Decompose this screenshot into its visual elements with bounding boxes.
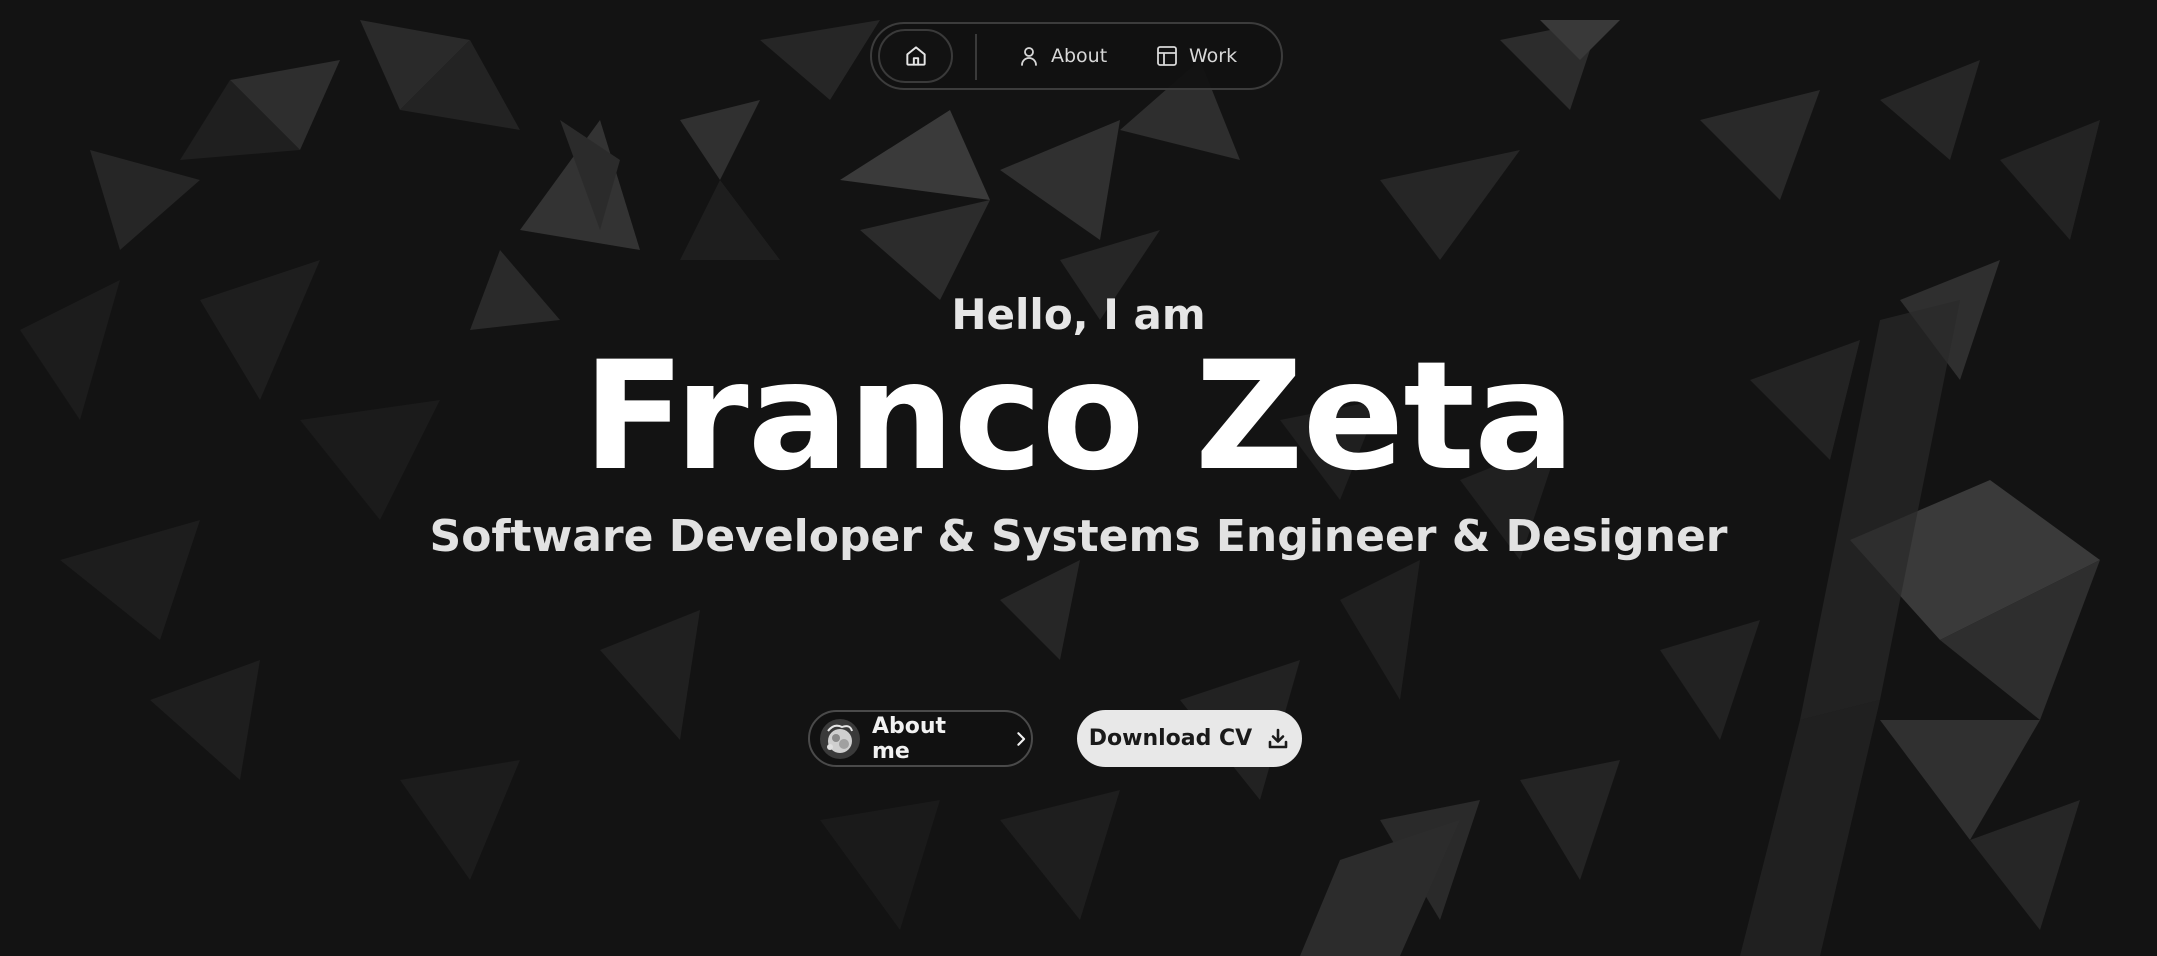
nav-item-work[interactable]: Work	[1155, 24, 1237, 88]
avatar	[820, 718, 860, 759]
home-button[interactable]	[878, 29, 953, 83]
chevron-right-icon	[1017, 731, 1026, 746]
nav-divider	[975, 34, 977, 80]
about-me-label: About me	[872, 713, 947, 764]
download-icon	[1268, 728, 1288, 748]
about-me-button[interactable]: About me	[808, 710, 1033, 767]
nav-item-about[interactable]: About	[1017, 24, 1107, 88]
home-icon	[905, 46, 926, 66]
download-cv-button[interactable]: Download CV	[1077, 710, 1302, 767]
hero-name: Franco Zeta	[582, 330, 1575, 504]
layout-icon	[1157, 46, 1177, 66]
nav-item-about-label: About	[1051, 45, 1108, 67]
top-navigation: About Work	[870, 22, 1283, 90]
download-cv-label: Download CV	[1088, 726, 1253, 751]
page: About Work Hello, I am Franco Zeta Softw…	[0, 0, 2157, 956]
nav-item-work-label: Work	[1189, 45, 1238, 67]
user-icon	[1021, 47, 1037, 66]
hero-subtitle: Software Developer & Systems Engineer & …	[429, 511, 1728, 562]
